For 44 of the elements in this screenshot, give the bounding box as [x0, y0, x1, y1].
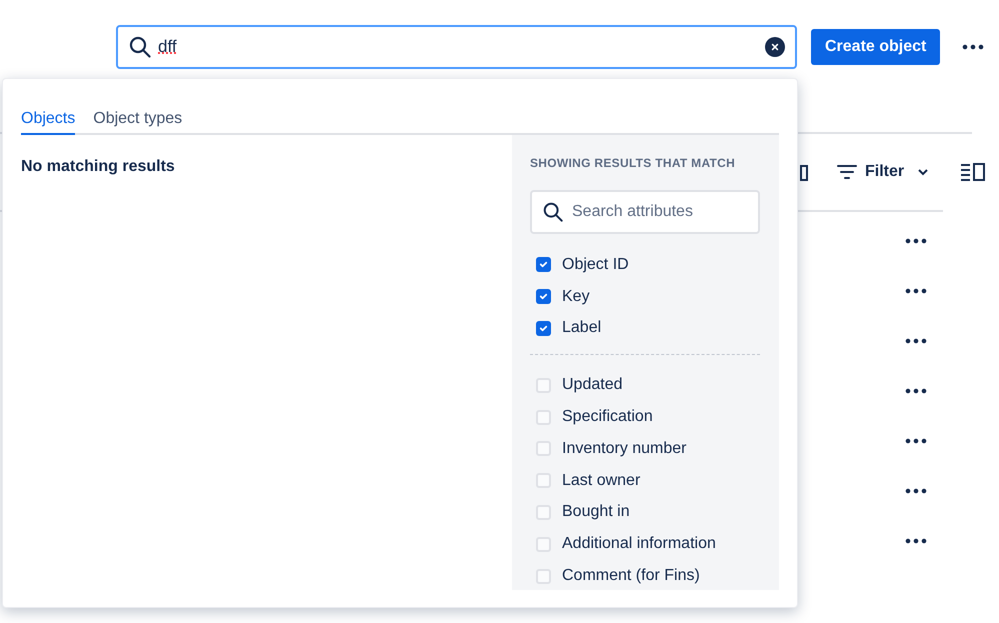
panel-layout-icon[interactable] — [961, 163, 986, 181]
checkbox[interactable] — [536, 473, 551, 488]
row-more-icon[interactable] — [905, 288, 927, 294]
search-icon — [128, 34, 152, 58]
tab[interactable]: Object types — [93, 105, 182, 135]
checkbox[interactable] — [536, 289, 551, 304]
checkbox-label: Last owner — [562, 470, 640, 491]
row-more-icon[interactable] — [905, 488, 927, 494]
row-more-icon[interactable] — [905, 338, 927, 344]
checkbox[interactable] — [536, 257, 551, 272]
search-field[interactable]: dff — [116, 24, 797, 68]
checkbox-label: Bought in — [562, 502, 630, 522]
filter-button[interactable]: Filter — [837, 160, 928, 184]
checkbox-label: Updated — [562, 375, 622, 396]
checkbox[interactable] — [536, 378, 551, 393]
row-more-icon[interactable] — [905, 438, 927, 444]
checkbox-label: Label — [562, 318, 602, 338]
check-icon — [539, 324, 548, 333]
chevron-down-icon — [918, 168, 928, 176]
checkbox-label: Additional information — [562, 534, 716, 554]
create-object-button[interactable]: Create object — [811, 28, 940, 64]
row-more-icon[interactable] — [905, 538, 927, 544]
checkbox[interactable] — [536, 536, 551, 552]
checkbox-label: Key — [562, 286, 590, 307]
section-heading: SHOWING RESULTS THAT MATCH — [530, 155, 736, 172]
more-icon[interactable] — [962, 44, 984, 50]
attribute-search-field[interactable]: Search attributes — [530, 190, 760, 234]
checkbox-label: Inventory number — [562, 438, 687, 459]
checkbox[interactable] — [536, 441, 551, 456]
search-icon — [542, 201, 564, 223]
row-more-icon[interactable] — [905, 388, 927, 394]
row-more-icon[interactable] — [905, 238, 927, 244]
checkbox[interactable] — [536, 504, 551, 520]
checkbox[interactable] — [536, 320, 551, 336]
tab[interactable]: Objects — [21, 105, 76, 135]
checkbox-label: Object ID — [562, 254, 629, 275]
check-icon — [539, 260, 548, 270]
checkbox[interactable] — [536, 410, 551, 425]
filter-icon — [837, 164, 857, 180]
check-icon — [539, 292, 548, 302]
empty-message: No matching results — [21, 157, 176, 177]
checkbox-label: Comment (for Fins) — [562, 566, 700, 586]
checkbox[interactable] — [536, 568, 551, 584]
checkbox-label: Specification — [562, 407, 653, 428]
